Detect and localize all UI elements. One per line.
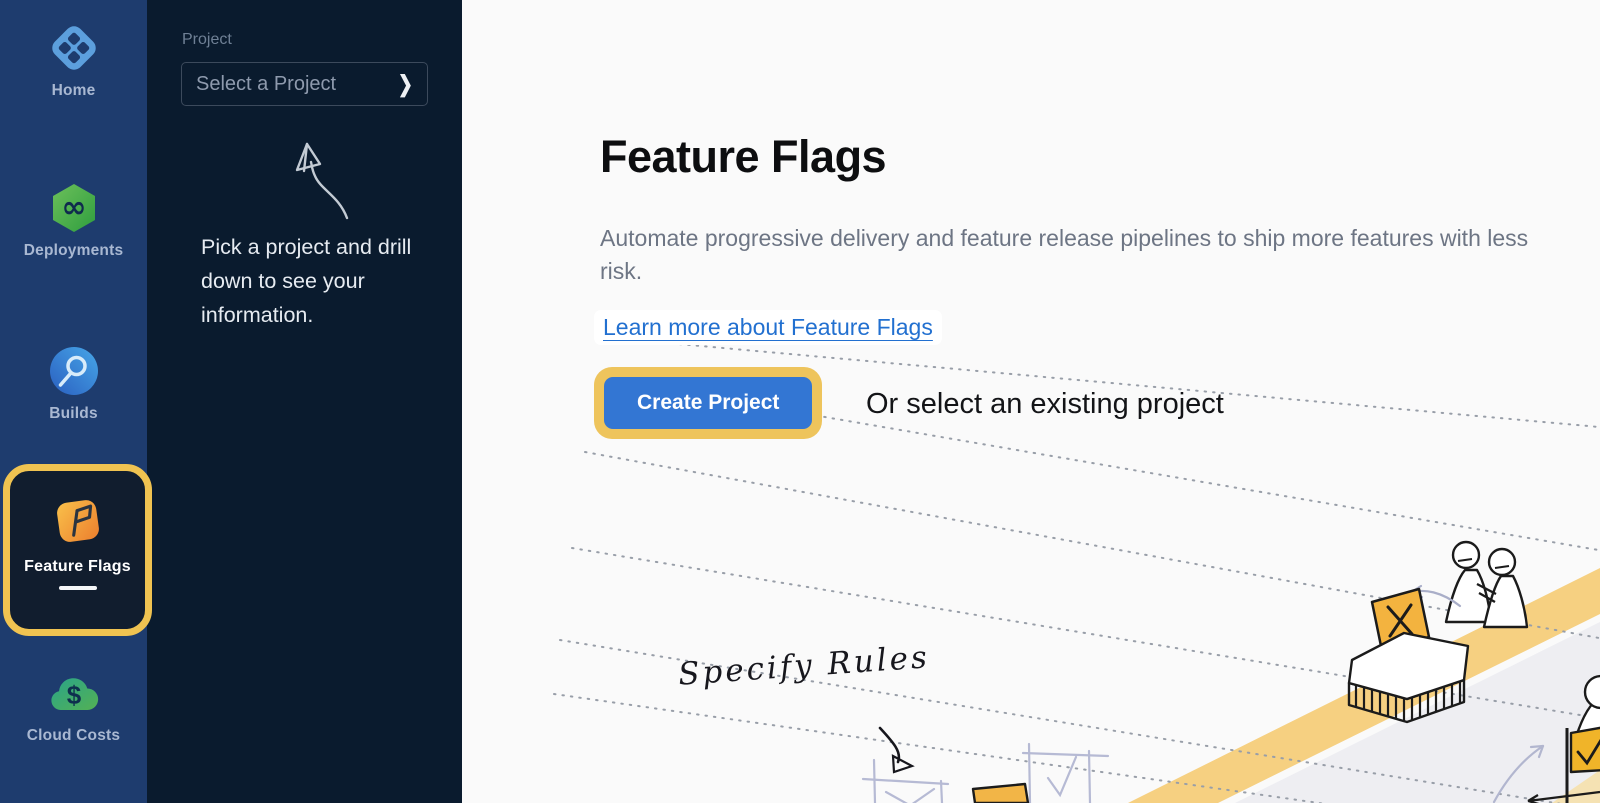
sketch-arrow-icon: [247, 122, 362, 222]
app-window: Feature Flags Automate progressive deliv…: [0, 0, 1600, 803]
sidebar-item-label: Deployments: [0, 242, 147, 260]
sidebar-item-label: Builds: [0, 405, 147, 423]
create-project-button[interactable]: Create Project: [604, 377, 812, 429]
left-navigation: Home ∞ Deployments Builds: [0, 0, 147, 803]
sidebar-item-builds[interactable]: Builds: [0, 344, 147, 423]
page-title: Feature Flags: [600, 131, 886, 183]
create-project-highlight-ring: Create Project: [594, 367, 822, 439]
sidebar-item-label: Home: [0, 82, 147, 100]
sidebar-item-cloud-costs[interactable]: $ Cloud Costs: [0, 666, 147, 745]
chevron-right-icon: ❯: [398, 71, 413, 97]
sidebar-item-label: Cloud Costs: [0, 727, 147, 745]
sidebar-item-label: Feature Flags: [10, 558, 145, 576]
sidebar-item-deployments[interactable]: ∞ Deployments: [0, 181, 147, 260]
cloud-costs-icon: $: [47, 666, 101, 720]
builds-icon: [47, 344, 101, 398]
svg-text:$: $: [66, 680, 81, 710]
project-selector[interactable]: Select a Project ❯: [181, 62, 428, 106]
specify-rules-handwriting: Specify Rules: [677, 639, 931, 692]
sidebar-item-feature-flags[interactable]: Feature Flags: [3, 464, 152, 636]
sidebar-item-home[interactable]: Home: [0, 21, 147, 100]
project-selector-value: Select a Project: [196, 73, 398, 96]
feature-flags-selected: Feature Flags: [10, 471, 145, 629]
active-indicator: [59, 586, 97, 590]
deployments-icon: ∞: [47, 181, 101, 235]
feature-flags-icon: [50, 493, 106, 549]
svg-text:∞: ∞: [61, 190, 86, 225]
project-panel: Project Select a Project ❯ Pick a projec…: [147, 0, 462, 803]
or-select-existing-text: Or select an existing project: [866, 388, 1224, 421]
home-icon: [47, 21, 101, 75]
pick-project-hint: Pick a project and drill down to see you…: [201, 230, 423, 332]
learn-more-link[interactable]: Learn more about Feature Flags: [594, 310, 942, 345]
page-description: Automate progressive delivery and featur…: [600, 222, 1545, 288]
project-label: Project: [182, 31, 232, 49]
main-content: Feature Flags Automate progressive deliv…: [462, 0, 1600, 803]
